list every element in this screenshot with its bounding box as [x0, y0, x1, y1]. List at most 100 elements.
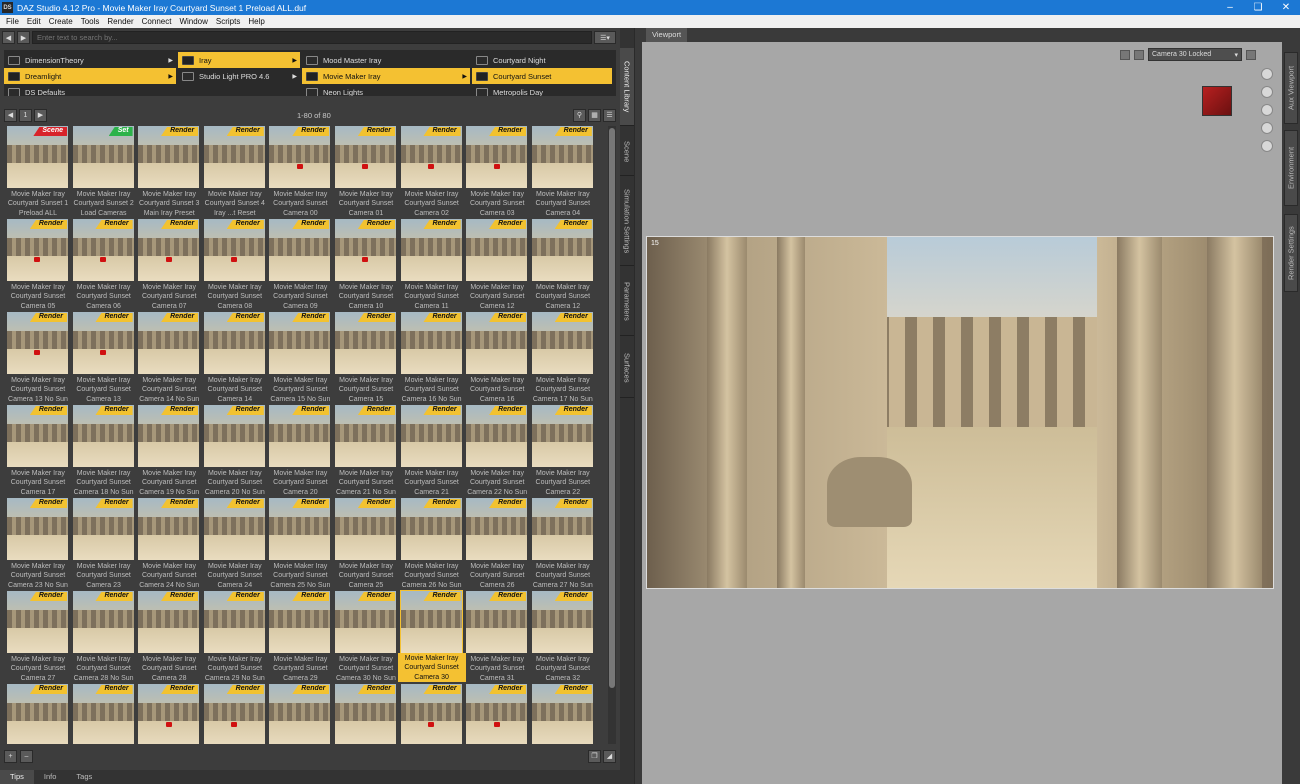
menu-edit[interactable]: Edit: [23, 17, 45, 26]
asset-item[interactable]: Set Movie Maker Iray Courtyard Sunset 2 L…: [70, 126, 134, 218]
scrollbar-thumb[interactable]: [609, 128, 615, 688]
asset-item[interactable]: Render: [529, 684, 593, 744]
viewport-menu-icon[interactable]: [1246, 49, 1256, 60]
maximize-icon[interactable]: ❏: [1244, 2, 1272, 13]
copy-icon[interactable]: ❐: [588, 749, 601, 763]
add-icon[interactable]: +: [4, 749, 17, 763]
side-tab-parameters[interactable]: Parameters: [620, 268, 634, 336]
asset-item[interactable]: Render: [4, 684, 68, 744]
asset-item[interactable]: Render Movie Maker Iray Courtyard Sunset …: [463, 312, 528, 404]
asset-item[interactable]: Render Movie Maker Iray Courtyard Sunset …: [201, 591, 265, 683]
lighting-icon[interactable]: [1134, 49, 1144, 60]
menu-help[interactable]: Help: [244, 17, 268, 26]
tab-info[interactable]: Info: [34, 770, 67, 784]
asset-item[interactable]: Render Movie Maker Iray Courtyard Sunset …: [4, 591, 68, 683]
draw-style-icon[interactable]: [1120, 49, 1130, 60]
menu-window[interactable]: Window: [175, 17, 211, 26]
page-number[interactable]: 1: [19, 108, 32, 122]
zoom-camera-icon[interactable]: [1261, 104, 1273, 116]
category-item[interactable]: DimensionTheory ▶: [4, 52, 176, 68]
asset-item[interactable]: Render Movie Maker Iray Courtyard Sunset …: [135, 405, 200, 497]
asset-item[interactable]: Render: [398, 684, 462, 744]
asset-item[interactable]: Render: [201, 684, 265, 744]
asset-item[interactable]: Render Movie Maker Iray Courtyard Sunset …: [70, 219, 134, 311]
asset-item[interactable]: Render Movie Maker Iray Courtyard Sunset …: [135, 219, 200, 311]
tab-viewport[interactable]: Viewport: [646, 28, 688, 42]
asset-item[interactable]: Render Movie Maker Iray Courtyard Sunset …: [332, 312, 396, 404]
forward-arrow-icon[interactable]: ▶: [17, 31, 30, 44]
asset-item[interactable]: Render Movie Maker Iray Courtyard Sunset …: [463, 126, 528, 218]
asset-item[interactable]: Render Movie Maker Iray Courtyard Sunset …: [4, 312, 68, 404]
category-item[interactable]: Courtyard Sunset: [472, 68, 612, 84]
menu-create[interactable]: Create: [45, 17, 77, 26]
asset-item[interactable]: Render: [463, 684, 528, 744]
asset-item[interactable]: Render Movie Maker Iray Courtyard Sunset …: [4, 405, 68, 497]
render-view[interactable]: 15: [646, 236, 1274, 589]
side-tab-simulation-settings[interactable]: Simulation Settings: [620, 178, 634, 266]
asset-item[interactable]: Render: [266, 684, 331, 744]
category-item[interactable]: Iray ▶: [178, 52, 300, 68]
list-view-icon[interactable]: ☰: [603, 108, 616, 122]
asset-item[interactable]: Render Movie Maker Iray Courtyard Sunset …: [332, 498, 396, 590]
asset-item[interactable]: Render Movie Maker Iray Courtyard Sunset …: [398, 498, 462, 590]
asset-item[interactable]: Render Movie Maker Iray Courtyard Sunset …: [529, 591, 593, 683]
asset-item[interactable]: Render Movie Maker Iray Courtyard Sunset …: [332, 219, 396, 311]
asset-item[interactable]: Render Movie Maker Iray Courtyard Sunset …: [4, 498, 68, 590]
asset-item[interactable]: Render Movie Maker Iray Courtyard Sunset …: [4, 219, 68, 311]
category-item[interactable]: Studio Light PRO 4.6 ▶: [178, 68, 300, 84]
pan-icon[interactable]: [1261, 86, 1273, 98]
asset-item[interactable]: Render: [70, 684, 134, 744]
asset-item[interactable]: Render: [332, 684, 396, 744]
asset-item[interactable]: Render Movie Maker Iray Courtyard Sunset …: [266, 405, 331, 497]
category-item[interactable]: DS Defaults: [4, 84, 176, 96]
asset-item[interactable]: Render Movie Maker Iray Courtyard Sunset …: [201, 405, 265, 497]
close-icon[interactable]: ✕: [1272, 2, 1300, 13]
asset-item[interactable]: Render Movie Maker Iray Courtyard Sunset …: [397, 590, 466, 683]
asset-item[interactable]: Render Movie Maker Iray Courtyard Sunset …: [463, 591, 528, 683]
sort-options-button[interactable]: ☰▾: [594, 31, 616, 44]
asset-item[interactable]: Render Movie Maker Iray Courtyard Sunset …: [398, 126, 462, 218]
menu-file[interactable]: File: [2, 17, 23, 26]
asset-item[interactable]: Render: [135, 684, 200, 744]
asset-item[interactable]: Render Movie Maker Iray Courtyard Sunset …: [135, 498, 200, 590]
menu-connect[interactable]: Connect: [138, 17, 176, 26]
asset-item[interactable]: Render Movie Maker Iray Courtyard Sunset …: [398, 405, 462, 497]
category-item[interactable]: Dreamlight ▶: [4, 68, 176, 84]
next-page-icon[interactable]: ▶: [34, 108, 47, 122]
side-tab-scene[interactable]: Scene: [620, 128, 634, 176]
remove-icon[interactable]: –: [20, 749, 33, 763]
minimize-icon[interactable]: –: [1216, 2, 1244, 13]
asset-item[interactable]: Render Movie Maker Iray Courtyard Sunset …: [463, 405, 528, 497]
right-tab-environment[interactable]: Environment: [1284, 130, 1298, 206]
asset-item[interactable]: Render Movie Maker Iray Courtyard Sunset …: [70, 591, 134, 683]
grid-view-icon[interactable]: ▦: [588, 108, 601, 122]
asset-item[interactable]: Render Movie Maker Iray Courtyard Sunset …: [266, 126, 331, 218]
asset-item[interactable]: Render Movie Maker Iray Courtyard Sunset …: [332, 405, 396, 497]
asset-item[interactable]: Render Movie Maker Iray Courtyard Sunset …: [266, 312, 331, 404]
category-item[interactable]: Metropolis Day: [472, 84, 612, 96]
category-item[interactable]: Courtyard Night: [472, 52, 612, 68]
menu-scripts[interactable]: Scripts: [212, 17, 244, 26]
asset-item[interactable]: Render Movie Maker Iray Courtyard Sunset …: [70, 312, 134, 404]
reset-view-icon[interactable]: [1261, 140, 1273, 152]
asset-item[interactable]: Render Movie Maker Iray Courtyard Sunset …: [266, 498, 331, 590]
camera-select[interactable]: Camera 30 Locked ▾: [1148, 48, 1242, 61]
prev-page-icon[interactable]: ◀: [4, 108, 17, 122]
category-item[interactable]: Movie Maker Iray ▶: [302, 68, 470, 84]
asset-item[interactable]: Render Movie Maker Iray Courtyard Sunset …: [201, 126, 265, 218]
asset-item[interactable]: Render Movie Maker Iray Courtyard Sunset …: [201, 498, 265, 590]
asset-item[interactable]: Render Movie Maker Iray Courtyard Sunset …: [135, 312, 200, 404]
asset-item[interactable]: Render Movie Maker Iray Courtyard Sunset …: [201, 312, 265, 404]
back-arrow-icon[interactable]: ◀: [2, 31, 15, 44]
side-tab-surfaces[interactable]: Surfaces: [620, 338, 634, 398]
asset-item[interactable]: Render Movie Maker Iray Courtyard Sunset …: [529, 126, 593, 218]
asset-item[interactable]: Render Movie Maker Iray Courtyard Sunset …: [201, 219, 265, 311]
vertical-scrollbar[interactable]: [608, 126, 616, 744]
asset-item[interactable]: Render Movie Maker Iray Courtyard Sunset …: [332, 591, 396, 683]
right-tab-aux-viewport[interactable]: Aux Viewport: [1284, 52, 1298, 124]
asset-item[interactable]: Render Movie Maker Iray Courtyard Sunset …: [398, 312, 462, 404]
asset-item[interactable]: Render Movie Maker Iray Courtyard Sunset …: [135, 126, 199, 218]
asset-item[interactable]: Render Movie Maker Iray Courtyard Sunset …: [529, 312, 593, 404]
asset-item[interactable]: Render Movie Maker Iray Courtyard Sunset …: [70, 498, 134, 590]
right-tab-render-settings[interactable]: Render Settings: [1284, 214, 1298, 292]
